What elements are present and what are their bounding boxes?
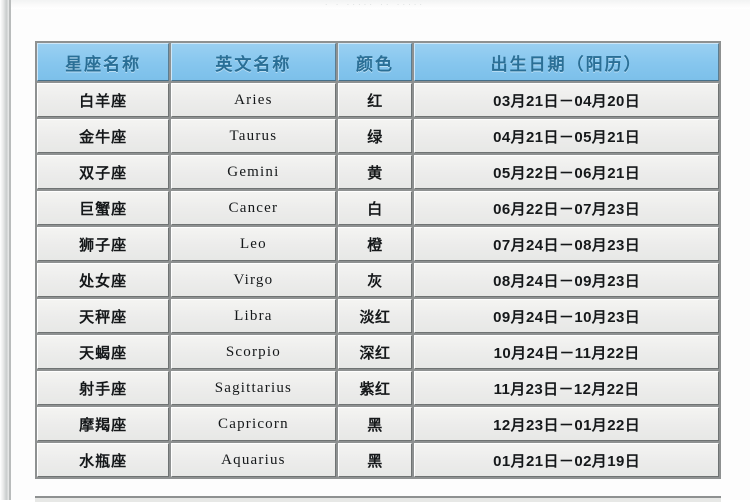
- cell-chinese-name: 双子座: [37, 155, 170, 189]
- table-row: 处女座 Virgo 灰 08月24日－09月23日: [37, 263, 719, 297]
- cell-birth-date: 12月23日－01月22日: [414, 407, 719, 441]
- cell-birth-date: 03月21日－04月20日: [414, 83, 719, 117]
- cell-chinese-name: 白羊座: [37, 83, 170, 117]
- table-row: 射手座 Sagittarius 紫红 11月23日－12月22日: [37, 371, 719, 405]
- cell-birth-date: 01月21日－02月19日: [414, 443, 719, 477]
- cell-chinese-name: 天秤座: [37, 299, 170, 333]
- cell-english-name: Scorpio: [171, 335, 336, 369]
- cell-chinese-name: 射手座: [37, 371, 170, 405]
- cell-color: 紫红: [337, 371, 413, 405]
- cell-birth-date: 11月23日－12月22日: [414, 371, 719, 405]
- cell-chinese-name: 处女座: [37, 263, 170, 297]
- table-row: 摩羯座 Capricorn 黑 12月23日－01月22日: [37, 407, 719, 441]
- cell-birth-date: 07月24日－08月23日: [414, 227, 719, 261]
- column-header-color: 颜色: [337, 43, 413, 81]
- cell-color: 灰: [337, 263, 413, 297]
- table-header: 星座名称 英文名称 颜色 出生日期（阳历）: [37, 43, 719, 81]
- cell-birth-date: 05月22日－06月21日: [414, 155, 719, 189]
- table-row: 天秤座 Libra 淡红 09月24日－10月23日: [37, 299, 719, 333]
- cell-english-name: Libra: [171, 299, 336, 333]
- scanned-page: · · ····· ·· ····· 星座名称 英文名称 颜色 出生日期（阳历）…: [0, 0, 750, 502]
- table-body: 白羊座 Aries 红 03月21日－04月20日 金牛座 Taurus 绿 04月21日－0…: [37, 83, 719, 477]
- column-header-birth-date: 出生日期（阳历）: [414, 43, 719, 81]
- cell-english-name: Leo: [171, 227, 336, 261]
- cell-color: 白: [337, 191, 413, 225]
- zodiac-sign-table: 星座名称 英文名称 颜色 出生日期（阳历） 白羊座 Aries 红 03月21日－04…: [35, 41, 721, 479]
- cell-english-name: Capricorn: [171, 407, 336, 441]
- cell-english-name: Sagittarius: [171, 371, 336, 405]
- table-row: 双子座 Gemini 黄 05月22日－06月21日: [37, 155, 719, 189]
- cell-color: 黑: [337, 443, 413, 477]
- cell-english-name: Gemini: [171, 155, 336, 189]
- cell-color: 橙: [337, 227, 413, 261]
- cell-color: 黄: [337, 155, 413, 189]
- table-row: 金牛座 Taurus 绿 04月21日－05月21日: [37, 119, 719, 153]
- cell-color: 黑: [337, 407, 413, 441]
- cell-birth-date: 08月24日－09月23日: [414, 263, 719, 297]
- cell-chinese-name: 摩羯座: [37, 407, 170, 441]
- cell-english-name: Aries: [171, 83, 336, 117]
- cell-birth-date: 04月21日－05月21日: [414, 119, 719, 153]
- column-header-english-name: 英文名称: [171, 43, 336, 81]
- cell-chinese-name: 巨蟹座: [37, 191, 170, 225]
- cell-color: 绿: [337, 119, 413, 153]
- table-row: 巨蟹座 Cancer 白 06月22日－07月23日: [37, 191, 719, 225]
- cell-color: 深红: [337, 335, 413, 369]
- cell-chinese-name: 狮子座: [37, 227, 170, 261]
- cell-english-name: Cancer: [171, 191, 336, 225]
- left-gutter-line: [9, 0, 11, 500]
- cell-birth-date: 10月24日－11月22日: [414, 335, 719, 369]
- table-header-row: 星座名称 英文名称 颜色 出生日期（阳历）: [37, 43, 719, 81]
- left-scan-gutter: [0, 0, 9, 500]
- cell-english-name: Virgo: [171, 263, 336, 297]
- table-row: 天蝎座 Scorpio 深红 10月24日－11月22日: [37, 335, 719, 369]
- table-row: 狮子座 Leo 橙 07月24日－08月23日: [37, 227, 719, 261]
- cell-chinese-name: 天蝎座: [37, 335, 170, 369]
- cell-english-name: Taurus: [171, 119, 336, 153]
- top-edge-scan-artifact: · · ····· ·· ·····: [0, 0, 750, 9]
- cell-chinese-name: 金牛座: [37, 119, 170, 153]
- cell-chinese-name: 水瓶座: [37, 443, 170, 477]
- cell-color: 淡红: [337, 299, 413, 333]
- table-row: 水瓶座 Aquarius 黑 01月21日－02月19日: [37, 443, 719, 477]
- cell-birth-date: 06月22日－07月23日: [414, 191, 719, 225]
- cell-birth-date: 09月24日－10月23日: [414, 299, 719, 333]
- cell-english-name: Aquarius: [171, 443, 336, 477]
- column-header-chinese-name: 星座名称: [37, 43, 170, 81]
- table-row: 白羊座 Aries 红 03月21日－04月20日: [37, 83, 719, 117]
- table-bottom-clipped-edge: [35, 496, 721, 502]
- cell-color: 红: [337, 83, 413, 117]
